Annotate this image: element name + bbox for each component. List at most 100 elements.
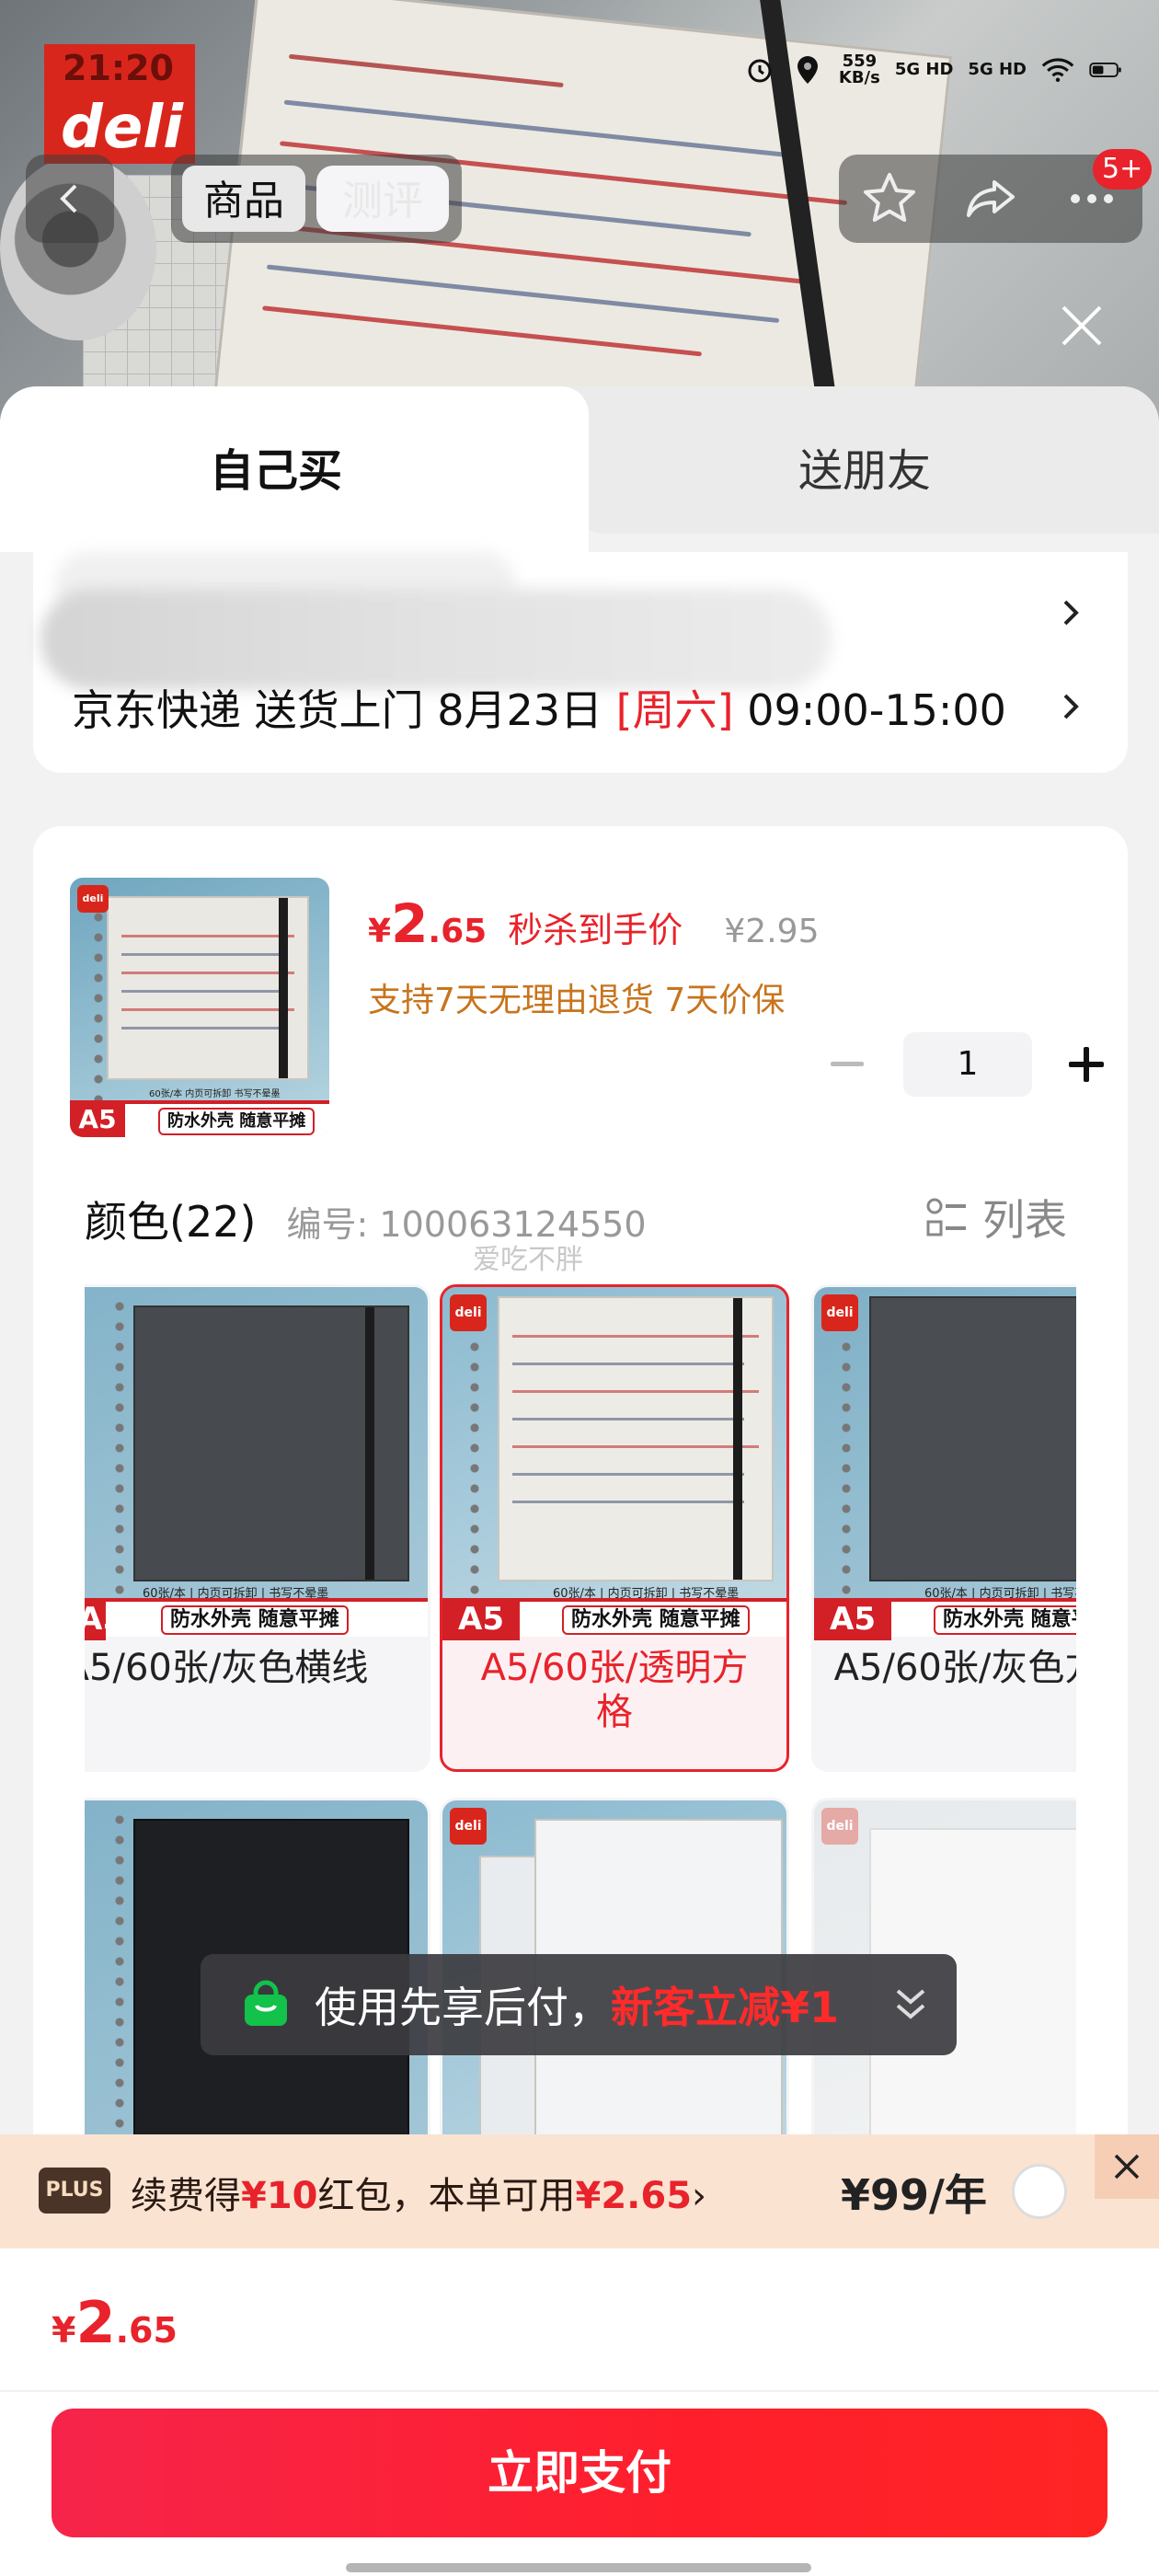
plus-radio[interactable] (1012, 2164, 1067, 2219)
pay-now-button[interactable]: 立即支付 (52, 2409, 1107, 2537)
plus-badge: PLUS (39, 2168, 110, 2214)
brand-logo: 21:20 deli (44, 44, 195, 164)
net-speed-unit: KB/s (838, 68, 880, 87)
delivery-info[interactable]: 京东快递 送货上门 8月23日 [周六] 09:00-15:00 (72, 677, 1006, 738)
total-price: ¥2.65 (52, 2289, 178, 2356)
tab-self[interactable]: 自己买 (0, 386, 589, 552)
status-time: 21:20 (63, 48, 174, 88)
tab-product[interactable]: 商品 (182, 166, 305, 232)
location-icon (791, 53, 824, 86)
tile-caption: 防水外壳 随意平摊 (161, 1605, 349, 1635)
deli-logo-icon: deli (450, 1294, 487, 1331)
tile-caption: 防水外壳 随意平摊 (562, 1605, 750, 1635)
close-icon (1114, 2154, 1140, 2179)
net-speed: 559 KB/s (839, 53, 880, 86)
bnpl-text: 使用先享后付，新客立减¥1 (315, 1974, 839, 2035)
list-view-toggle[interactable]: 列表 (925, 1187, 1067, 1248)
plus-offer-text: 续费得¥10红包，本单可用¥2.65› (131, 2166, 706, 2219)
divider (0, 2390, 1159, 2392)
deli-logo-icon: deli (821, 1294, 858, 1331)
message-badge: 5+ (1093, 149, 1153, 190)
decrease-button[interactable] (815, 1032, 879, 1097)
plus-red-2: ¥2.65 (575, 2175, 693, 2217)
tab-gift-label: 送朋友 (798, 445, 931, 497)
plus-red-1: ¥10 (241, 2175, 318, 2217)
battery-icon (1089, 53, 1122, 86)
price-integer: 2 (391, 892, 429, 955)
return-policy: 支持7天无理由退货 7天价保 (368, 982, 786, 1019)
original-price: ¥2.95 (724, 913, 820, 950)
gray-notebook-image (869, 1296, 1076, 1581)
deli-logo-icon: deli (821, 1808, 858, 1845)
option-label: A5/60张/灰色横线 (85, 1647, 369, 1689)
total-integer: 2 (75, 2289, 116, 2356)
price-currency: ¥ (368, 913, 392, 950)
plus-price: ¥99/年 (841, 2170, 987, 2220)
option-image: deli 60张/本 | 内页可拆卸 | 书写不晕墨 A5 防水外壳 随意平摊 (442, 1287, 786, 1640)
delivery-text: 京东快递 送货上门 8月23日 (72, 685, 616, 735)
tile-a5-label: A5 (814, 1598, 891, 1640)
tile-caption: 防水外壳 随意平摊 (934, 1605, 1076, 1635)
color-option-gray-grid[interactable]: deli 60张/本 | 内页可拆卸 | 书写不晕墨 A5 防水外壳 随意平摊 … (811, 1284, 1076, 1772)
home-indicator[interactable] (346, 2563, 811, 2572)
signal-2: 5G HD (968, 60, 1027, 79)
price-tag: 秒杀到手价 (508, 910, 683, 950)
option-image: 60张/本 | 内页可拆卸 | 书写不晕墨 A5 防水外壳 随意平摊 (85, 1287, 428, 1640)
plus-membership-banner[interactable]: PLUS 续费得¥10红包，本单可用¥2.65› ¥99/年 (0, 2134, 1159, 2248)
price-row: ¥2.65 秒杀到手价 ¥2.95 (368, 892, 819, 955)
purchase-mode-tabs: 送朋友 自己买 (0, 386, 1159, 552)
list-label: 列表 (982, 1195, 1067, 1245)
color-option-transparent-grid[interactable]: deli 60张/本 | 内页可拆卸 | 书写不晕墨 A5 防水外壳 随意平摊 … (440, 1284, 789, 1772)
top-navigation: 商品 测评 (26, 155, 1142, 243)
tab-gift[interactable]: 送朋友 (552, 386, 1159, 534)
plus-close-button[interactable] (1095, 2134, 1159, 2199)
checkout-bar: ¥2.65 立即支付 (0, 2248, 1159, 2576)
double-chevron-down-icon (896, 1989, 925, 2019)
increase-button[interactable] (1054, 1032, 1119, 1097)
product-thumbnail[interactable]: deli 60张/本 内页可拆卸 书写不晕墨 A5 防水外壳 随意平摊 (70, 878, 329, 1137)
status-bar-icons: 559 KB/s 5G HD 5G HD (743, 53, 1122, 86)
plus-icon (1069, 1047, 1104, 1082)
thumb-a5-label: A5 (70, 1100, 125, 1137)
thumb-small-text: 60张/本 内页可拆卸 书写不晕墨 (149, 1089, 281, 1099)
tile-a5-label: A5 (85, 1598, 124, 1640)
total-decimal: .65 (115, 2310, 178, 2351)
tile-a5-label: A5 (442, 1598, 520, 1640)
close-icon (1061, 305, 1102, 346)
alarm-icon (743, 53, 776, 86)
chevron-left-icon (60, 184, 77, 213)
quantity-value[interactable]: 1 (903, 1032, 1032, 1097)
signal-1: 5G HD (894, 60, 954, 79)
thumb-caption: 防水外壳 随意平摊 (158, 1108, 316, 1135)
star-favorite-icon[interactable] (860, 169, 919, 228)
chevron-right-icon[interactable] (1060, 594, 1082, 640)
list-icon (926, 1198, 966, 1236)
chevron-right-icon: › (692, 2175, 707, 2217)
color-option-gray-lined[interactable]: 60张/本 | 内页可拆卸 | 书写不晕墨 A5 防水外壳 随意平摊 A5/60… (85, 1284, 430, 1772)
option-image: deli 60张/本 | 内页可拆卸 | 书写不晕墨 A5 防水外壳 随意平摊 (814, 1287, 1076, 1640)
bnpl-toast[interactable]: 使用先享后付，新客立减¥1 (201, 1954, 957, 2055)
brand-name: deli (61, 94, 184, 162)
delivery-day: [周六] (615, 685, 734, 735)
back-button[interactable] (26, 155, 114, 243)
quantity-stepper: 1 (815, 1032, 1119, 1097)
product-review-switch: 商品 测评 (171, 155, 462, 243)
purchase-sheet: 送朋友 自己买 京东快递 送货上门 8月23日 [周六] 09:00-15:00… (0, 386, 1159, 2576)
redacted-address (40, 589, 832, 690)
minus-icon (831, 1062, 864, 1066)
chevron-right-icon[interactable] (1060, 688, 1082, 734)
tab-self-label: 自己买 (209, 445, 342, 497)
shopping-bag-icon (245, 1980, 287, 2026)
price-decimal: .65 (428, 913, 488, 950)
color-title: 颜色(22) (85, 1197, 257, 1247)
wifi-icon (1041, 53, 1074, 86)
share-icon[interactable] (961, 169, 1020, 228)
plus-text-1: 续费得 (131, 2175, 241, 2217)
tab-review[interactable]: 测评 (316, 166, 449, 232)
gray-notebook-image (133, 1305, 409, 1581)
close-sheet-button[interactable] (1049, 293, 1115, 359)
watermark: 爱吃不胖 (473, 1244, 583, 1276)
option-label: A5/60张/透明方格 (480, 1647, 749, 1733)
option-label: A5/60张/灰色方格 (833, 1647, 1076, 1689)
notebook-image (107, 896, 309, 1080)
